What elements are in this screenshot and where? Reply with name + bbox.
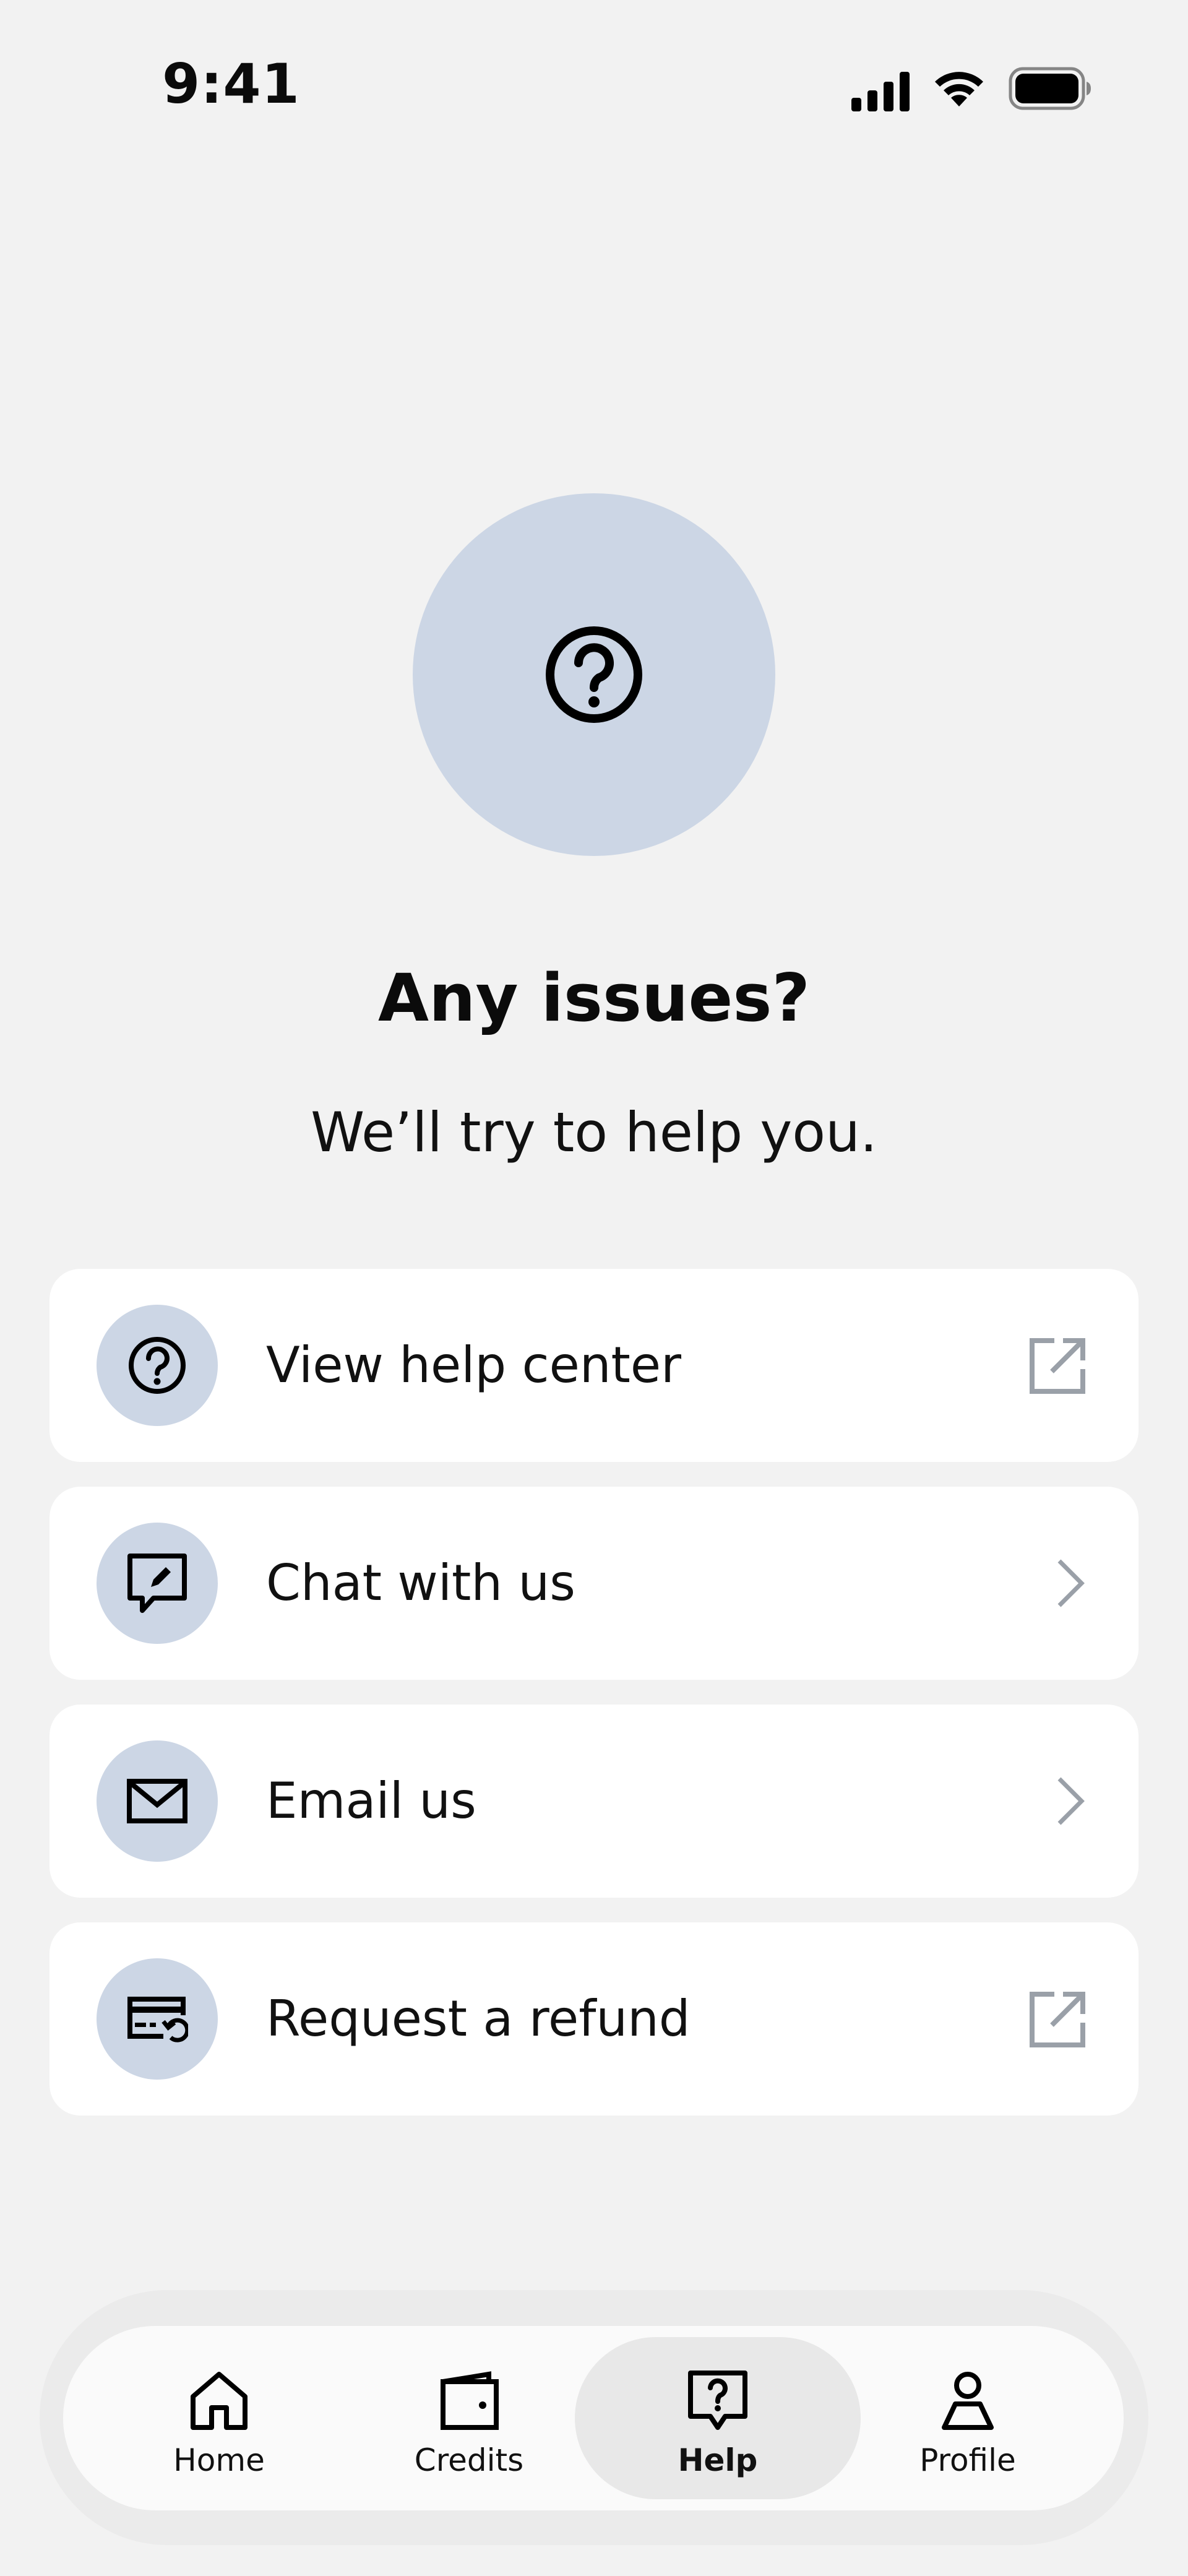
status-icons	[850, 63, 1091, 113]
card-trailing	[1027, 1552, 1089, 1614]
card-icon-circle	[97, 1523, 218, 1644]
page-subtitle: We’ll try to help you.	[311, 1100, 877, 1164]
card-icon-circle	[97, 1740, 218, 1862]
chat-edit-icon	[127, 1554, 187, 1613]
request-refund-button[interactable]: Request a refund	[50, 1922, 1138, 2116]
question-circle-icon	[546, 626, 642, 723]
wallet-icon	[441, 2371, 499, 2430]
question-circle-icon	[129, 1337, 186, 1394]
cellular-signal-icon	[851, 72, 910, 111]
nav-label: Help	[678, 2442, 758, 2478]
nav-help[interactable]: Help	[575, 2337, 861, 2499]
person-icon	[942, 2372, 994, 2430]
page-title: Any issues?	[378, 960, 810, 1036]
card-trailing	[1027, 1770, 1089, 1832]
external-link-icon	[1030, 1992, 1085, 2047]
nav-label: Home	[173, 2442, 265, 2478]
card-label: Email us	[266, 1772, 476, 1830]
card-icon-circle	[97, 1305, 218, 1426]
card-icon-circle	[97, 1958, 218, 2080]
chat-with-us-button[interactable]: Chat with us	[50, 1487, 1138, 1680]
battery-icon	[1009, 67, 1091, 110]
external-link-icon	[1030, 1338, 1085, 1394]
nav-label: Credits	[414, 2442, 524, 2478]
status-bar: 9:41	[0, 0, 1188, 173]
help-chat-icon	[688, 2371, 747, 2430]
hero-circle	[413, 493, 775, 856]
nav-credits[interactable]: Credits	[326, 2337, 612, 2499]
card-label: Chat with us	[266, 1554, 575, 1612]
home-icon	[191, 2372, 248, 2430]
status-time: 9:41	[162, 52, 300, 116]
view-help-center-button[interactable]: View help center	[50, 1269, 1138, 1462]
chevron-right-icon	[1057, 1777, 1085, 1825]
card-trailing	[1027, 1988, 1089, 2050]
chevron-right-icon	[1057, 1559, 1085, 1607]
mail-icon	[127, 1779, 187, 1823]
nav-label: Profile	[919, 2442, 1016, 2478]
nav-profile[interactable]: Profile	[825, 2337, 1111, 2499]
nav-home[interactable]: Home	[76, 2337, 362, 2499]
wifi-icon	[935, 72, 983, 106]
card-trailing	[1027, 1334, 1089, 1396]
refund-card-icon	[127, 1997, 188, 2042]
card-label: Request a refund	[266, 1990, 691, 2047]
email-us-button[interactable]: Email us	[50, 1705, 1138, 1898]
help-screen: 9:41 Any issues? We’ll try to help you. …	[0, 0, 1188, 2576]
card-label: View help center	[266, 1336, 682, 1394]
